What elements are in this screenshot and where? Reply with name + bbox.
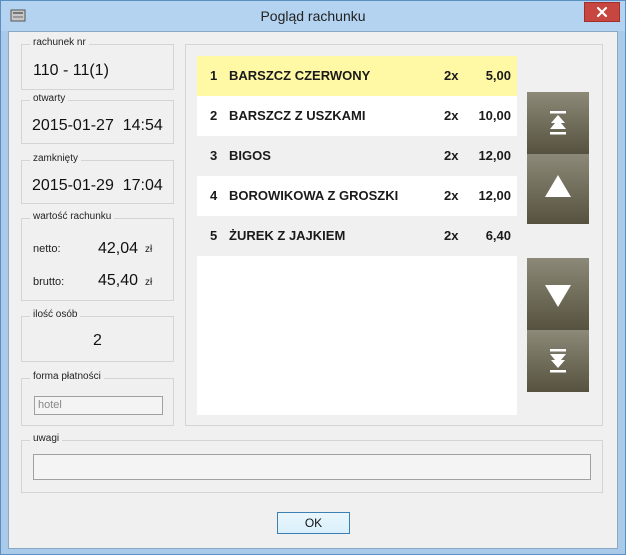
netto-value: 42,04: [97, 240, 138, 257]
item-price: 10,00: [478, 108, 511, 123]
close-icon: [596, 6, 608, 18]
close-button[interactable]: [584, 2, 620, 22]
item-name: ŻUREK Z JAJKIEM: [229, 228, 346, 243]
guests-label: ilość osób: [30, 309, 81, 320]
list-item[interactable]: 5 ŻUREK Z JAJKIEM 2x 6,40: [197, 216, 517, 256]
opened-label: otwarty: [30, 93, 69, 104]
up-triangle-icon: [545, 175, 571, 197]
closed-group: zamknięty 2015-01-29 17:04: [21, 153, 174, 204]
item-name: BIGOS: [229, 148, 271, 163]
scroll-bottom-button[interactable]: [527, 330, 589, 392]
item-quantity: 2x: [444, 108, 459, 123]
window-title: Pogląd rachunku: [260, 8, 366, 24]
list-item[interactable]: 3 BIGOS 2x 12,00: [197, 136, 517, 176]
items-list[interactable]: 1 BARSZCZ CZERWONY 2x 5,00 2 BARSZCZ Z U…: [197, 56, 517, 415]
scroll-up-button[interactable]: [527, 154, 589, 224]
list-item[interactable]: 1 BARSZCZ CZERWONY 2x 5,00: [197, 56, 517, 96]
remarks-label: uwagi: [30, 433, 63, 444]
remarks-field[interactable]: [33, 454, 591, 480]
item-quantity: 2x: [444, 188, 459, 203]
item-name: BOROWIKOWA Z GROSZKI: [229, 188, 399, 203]
brutto-label: brutto:: [33, 276, 65, 288]
item-number: 3: [210, 148, 218, 163]
item-quantity: 2x: [444, 148, 459, 163]
title-bar: Pogląd rachunku: [1, 1, 625, 31]
down-triangle-icon: [545, 285, 571, 307]
double-up-arrow-icon: [550, 111, 566, 135]
receipt-number-group: rachunek nr 110 - 11(1): [21, 37, 174, 90]
opened-group: otwarty 2015-01-27 14:54: [21, 93, 174, 144]
double-down-arrow-icon: [550, 349, 566, 373]
payment-group: forma płatności hotel: [21, 371, 174, 426]
netto-label: netto:: [33, 243, 61, 255]
item-price: 6,40: [485, 228, 511, 243]
item-name: BARSZCZ CZERWONY: [229, 68, 371, 83]
list-item[interactable]: 2 BARSZCZ Z USZKAMI 2x 10,00: [197, 96, 517, 136]
guests-group: ilość osób 2: [21, 309, 174, 362]
item-number: 1: [210, 68, 218, 83]
item-number: 4: [210, 188, 218, 203]
item-price: 12,00: [478, 188, 511, 203]
dialog-window: Pogląd rachunku rachunek nr 110 - 11(1) …: [0, 0, 626, 555]
item-quantity: 2x: [444, 68, 459, 83]
item-price: 5,00: [485, 68, 511, 83]
item-number: 2: [210, 108, 218, 123]
item-number: 5: [210, 228, 218, 243]
remarks-group: uwagi: [21, 433, 603, 493]
closed-label: zamknięty: [30, 153, 82, 164]
receipt-number-label: rachunek nr: [30, 37, 89, 48]
item-name: BARSZCZ Z USZKAMI: [229, 108, 366, 123]
item-price: 12,00: [478, 148, 511, 163]
brutto-unit: zł: [145, 277, 153, 288]
closed-value: 2015-01-29 17:04: [32, 177, 163, 194]
payment-method-field[interactable]: hotel: [34, 396, 163, 415]
dialog-client-area: rachunek nr 110 - 11(1) otwarty 2015-01-…: [8, 31, 618, 549]
bill-value-label: wartość rachunku: [30, 211, 115, 222]
receipt-number-value: 110 - 11(1): [33, 62, 109, 79]
payment-label: forma płatności: [30, 371, 104, 382]
list-item[interactable]: 4 BOROWIKOWA Z GROSZKI 2x 12,00: [197, 176, 517, 216]
netto-unit: zł: [145, 244, 153, 255]
ok-button[interactable]: OK: [277, 512, 350, 534]
scroll-top-button[interactable]: [527, 92, 589, 154]
item-quantity: 2x: [444, 228, 459, 243]
scroll-down-button[interactable]: [527, 258, 589, 330]
bill-value-group: wartość rachunku netto: 42,04 zł brutto:…: [21, 211, 174, 301]
brutto-value: 45,40: [97, 272, 138, 289]
opened-value: 2015-01-27 14:54: [32, 117, 163, 134]
guests-value: 2: [93, 332, 102, 349]
